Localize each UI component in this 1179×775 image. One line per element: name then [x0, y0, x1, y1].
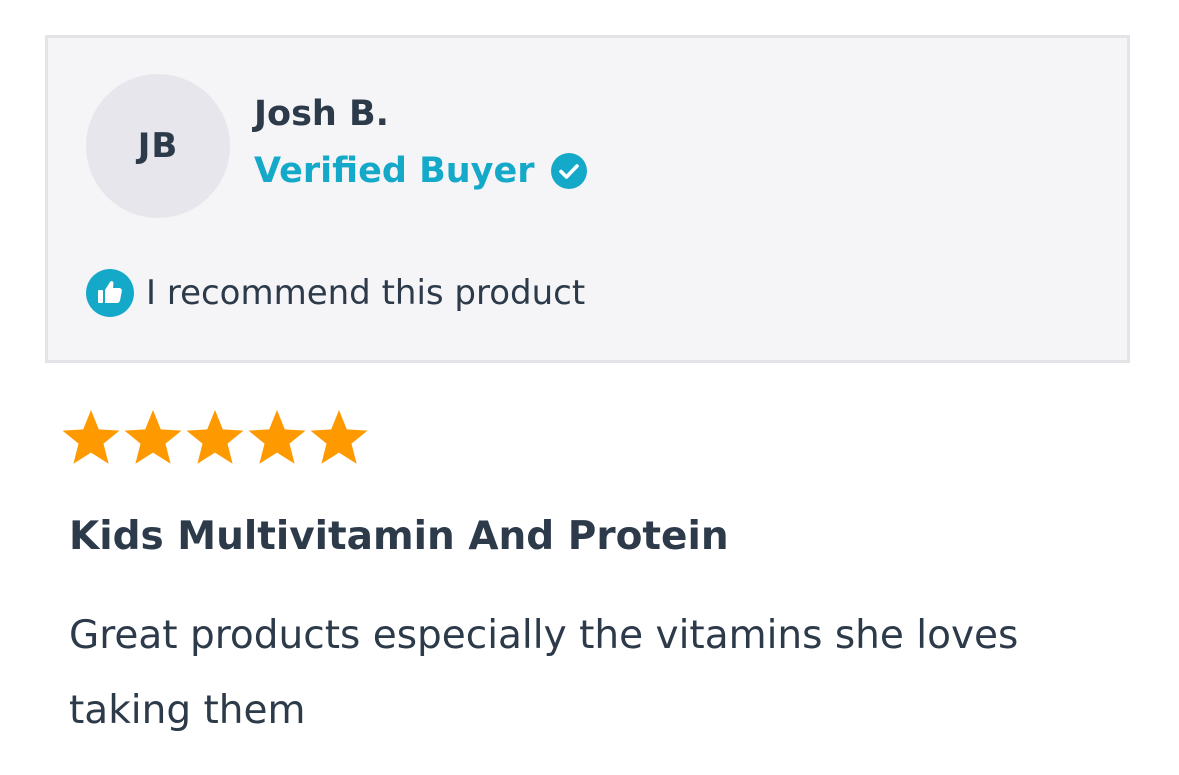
reviewer-name: Josh B.	[254, 94, 389, 134]
avatar: JB	[86, 74, 230, 218]
star-icon	[247, 408, 307, 468]
review-title: Kids Multivitamin And Protein	[69, 514, 729, 559]
verified-buyer-badge: Verified Buyer	[254, 151, 587, 191]
review-body: Great products especially the vitamins s…	[69, 613, 1019, 733]
verified-buyer-label: Verified Buyer	[254, 151, 535, 191]
review-item: JB Josh B. Verified Buyer I recommend th…	[0, 0, 1179, 775]
recommendation: I recommend this product	[86, 269, 585, 317]
star-icon	[123, 408, 183, 468]
star-icon	[309, 408, 369, 468]
check-circle-icon	[550, 153, 587, 189]
star-icon	[185, 408, 245, 468]
recommendation-text: I recommend this product	[146, 273, 586, 313]
star-rating	[61, 408, 371, 468]
thumbs-up-icon	[86, 269, 134, 317]
star-icon	[61, 408, 121, 468]
avatar-initials: JB	[137, 126, 179, 166]
reviewer-info-card: JB Josh B. Verified Buyer I recommend th…	[45, 35, 1130, 363]
